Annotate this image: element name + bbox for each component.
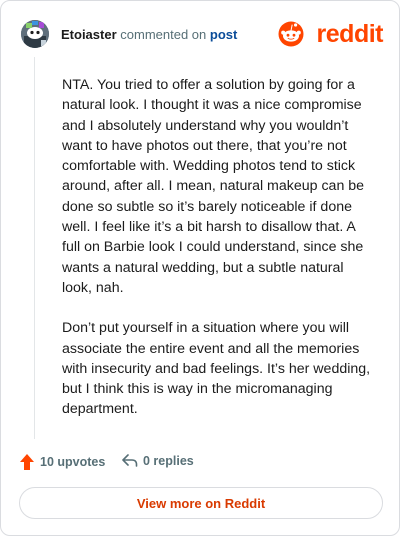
comment-header: Etoiaster commented on post reddit xyxy=(19,16,384,54)
reddit-logo[interactable]: reddit xyxy=(277,19,384,49)
comment-paragraph: NTA. You tried to offer a solution by go… xyxy=(62,77,365,296)
reply-button[interactable]: 0 replies xyxy=(121,453,194,468)
comment-paragraph: Don’t put yourself in a situation where … xyxy=(62,320,371,418)
reply-arrow-icon xyxy=(122,454,138,467)
reddit-wordmark: reddit xyxy=(316,20,384,48)
user-avatar[interactable] xyxy=(21,20,49,48)
username-link[interactable]: Etoiaster xyxy=(61,27,117,42)
comment-byline: Etoiaster commented on post xyxy=(61,27,237,42)
post-link[interactable]: post xyxy=(210,27,237,42)
upvotes-count: 10 upvotes xyxy=(40,455,106,469)
byline-action-text: commented on xyxy=(120,27,207,42)
comment-body: NTA. You tried to offer a solution by go… xyxy=(62,75,374,440)
replies-count: 0 replies xyxy=(143,453,194,468)
upvote-button[interactable]: 10 upvotes xyxy=(19,453,105,471)
view-more-button[interactable]: View more on Reddit xyxy=(19,487,383,519)
comment-embed-card: Etoiaster commented on post reddit NTA. … xyxy=(0,0,400,536)
upvote-arrow-icon xyxy=(20,454,34,470)
snoo-avatar-icon xyxy=(21,20,49,48)
reddit-snoo-icon xyxy=(278,21,304,47)
thread-line xyxy=(34,57,35,439)
